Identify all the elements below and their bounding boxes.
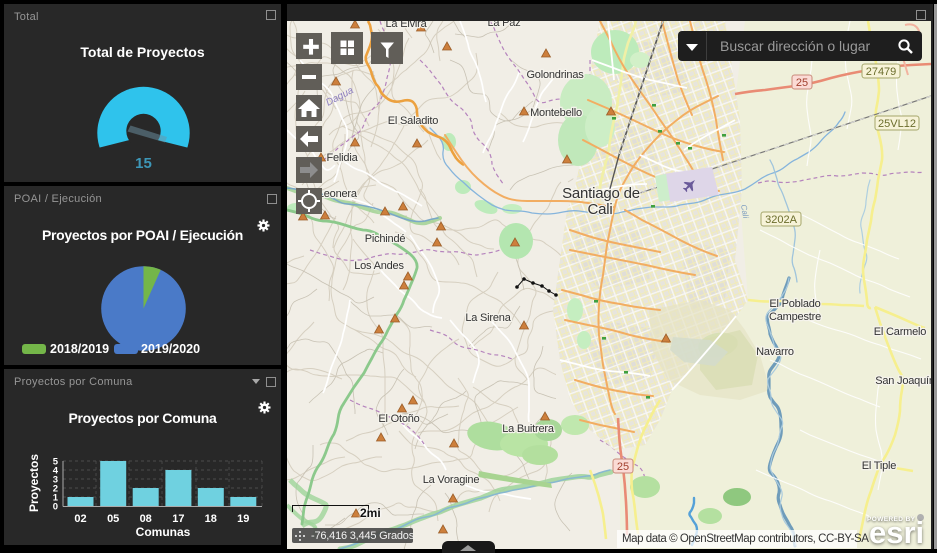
- svg-text:05: 05: [107, 513, 119, 525]
- svg-text:25: 25: [617, 461, 629, 473]
- svg-text:Santiago de: Santiago de: [562, 185, 640, 202]
- svg-text:La Elvira: La Elvira: [386, 21, 428, 30]
- svg-text:El Otoño: El Otoño: [378, 413, 419, 425]
- svg-text:25: 25: [796, 77, 808, 89]
- svg-text:La Voragine: La Voragine: [423, 474, 480, 486]
- svg-text:Golondrinas: Golondrinas: [526, 69, 584, 81]
- svg-text:San Joaquín: San Joaquín: [875, 375, 931, 387]
- svg-text:25VL12: 25VL12: [878, 118, 916, 130]
- svg-text:El Poblado: El Poblado: [769, 298, 820, 310]
- svg-text:Comunas: Comunas: [136, 525, 191, 539]
- svg-text:Cali: Cali: [587, 201, 612, 218]
- svg-text:18: 18: [205, 513, 217, 525]
- svg-text:27479: 27479: [866, 66, 897, 78]
- svg-text:0: 0: [53, 502, 58, 513]
- svg-text:El Saladito: El Saladito: [388, 115, 438, 127]
- svg-text:Montebello: Montebello: [530, 107, 582, 119]
- svg-text:2019/2020: 2019/2020: [141, 342, 200, 356]
- svg-text:La Buitrera: La Buitrera: [502, 423, 555, 435]
- svg-text:Proyectos: Proyectos: [27, 454, 41, 512]
- svg-text:Navarro: Navarro: [756, 346, 794, 358]
- svg-text:Felidia: Felidia: [326, 152, 358, 164]
- svg-text:La Paz: La Paz: [487, 21, 520, 29]
- svg-text:15: 15: [135, 155, 152, 172]
- svg-text:17: 17: [172, 513, 184, 525]
- svg-text:Campestre: Campestre: [769, 311, 821, 323]
- svg-text:La Sirena: La Sirena: [465, 312, 511, 324]
- svg-text:El Carmelo: El Carmelo: [874, 326, 926, 338]
- svg-text:Los Andes: Los Andes: [354, 260, 404, 272]
- svg-text:08: 08: [140, 513, 152, 525]
- svg-text:Pichindé: Pichindé: [365, 233, 406, 245]
- svg-text:02: 02: [74, 513, 86, 525]
- svg-text:19: 19: [237, 513, 249, 525]
- svg-text:El Tiple: El Tiple: [862, 460, 897, 472]
- svg-text:3202A: 3202A: [765, 214, 797, 226]
- svg-text:2018/2019: 2018/2019: [50, 342, 109, 356]
